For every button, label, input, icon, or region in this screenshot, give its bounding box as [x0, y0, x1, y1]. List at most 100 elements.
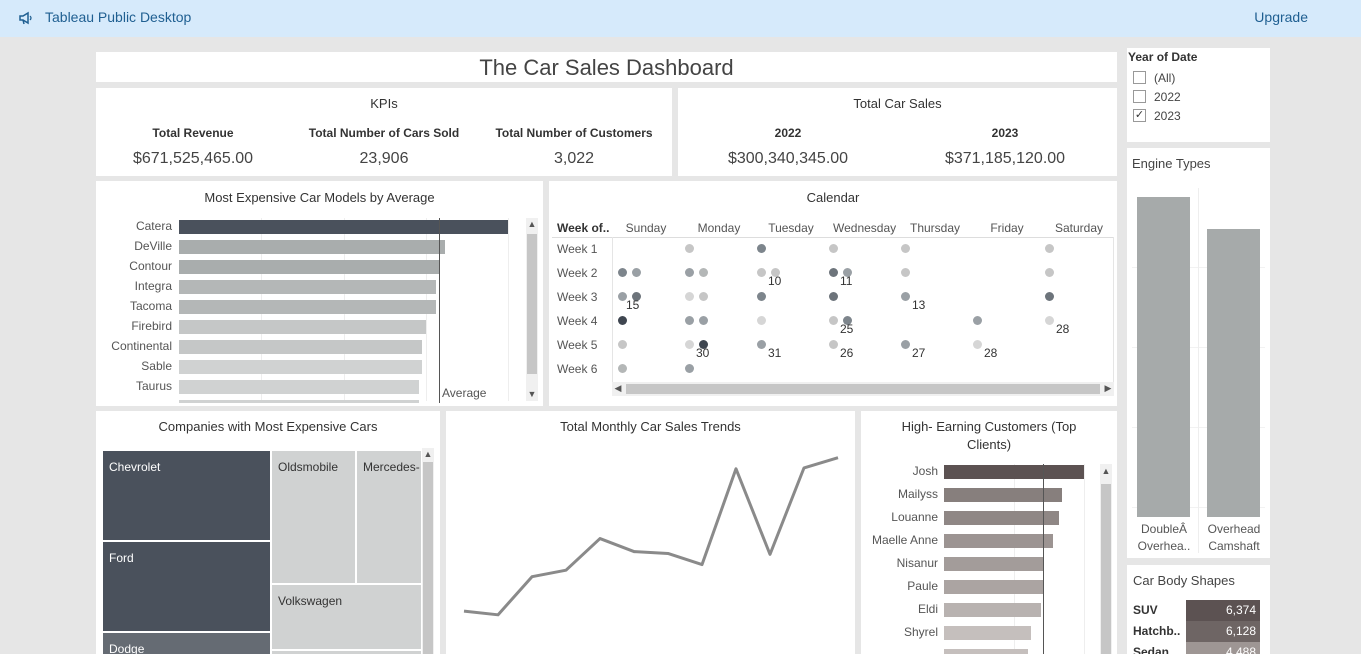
treemap-oldsmobile[interactable]: Oldsmobile — [271, 450, 356, 584]
calendar-day-number: 15 — [626, 298, 640, 312]
dashboard-title: The Car Sales Dashboard — [479, 55, 734, 80]
calendar-dot[interactable] — [699, 292, 708, 301]
app-title: Tableau Public Desktop — [45, 9, 192, 25]
engine-bar[interactable] — [1207, 229, 1260, 517]
models-bar[interactable] — [179, 320, 426, 334]
calendar-dot[interactable] — [1045, 292, 1054, 301]
calendar-week-label: Week 3 — [557, 290, 598, 304]
client-bar-label: Nisanur — [896, 556, 938, 570]
calendar-dot[interactable] — [685, 244, 694, 253]
companies-scroll-up-icon[interactable]: ▲ — [422, 449, 434, 459]
filter-2022-checkbox[interactable] — [1133, 90, 1146, 103]
client-bar[interactable] — [944, 626, 1031, 640]
engine-bar-label: Overhead Camshaft — [1207, 522, 1261, 553]
filter-2022-label[interactable]: 2022 — [1154, 90, 1181, 104]
calendar-dot[interactable] — [901, 340, 910, 349]
client-bar-label: Mailyss — [897, 487, 938, 501]
calendar-dot[interactable] — [618, 316, 627, 325]
calendar-dot[interactable] — [618, 364, 627, 373]
clients-scrollbar[interactable] — [1100, 464, 1112, 654]
body-shapes-table: SUV 6,374 Hatchb.. 6,128 Sedan 4,488 — [1131, 600, 1262, 654]
calendar-dot[interactable] — [685, 364, 694, 373]
calendar-dot[interactable] — [1045, 268, 1054, 277]
calendar-dot[interactable] — [829, 340, 838, 349]
calendar-dot[interactable] — [1045, 244, 1054, 253]
filter-all-label[interactable]: (All) — [1154, 71, 1175, 85]
calendar-dot[interactable] — [757, 316, 766, 325]
models-bar[interactable] — [179, 380, 420, 394]
models-bar[interactable] — [179, 340, 423, 354]
client-bar[interactable] — [944, 603, 1041, 617]
treemap-volkswagen[interactable]: Volkswagen — [271, 584, 422, 650]
body-shape-value: 4,488 — [1186, 642, 1260, 654]
models-bar[interactable] — [179, 240, 446, 254]
calendar-dot[interactable] — [901, 268, 910, 277]
treemap-mercedes[interactable]: Mercedes- — [356, 450, 422, 584]
dashboard-title-panel: The Car Sales Dashboard — [96, 52, 1117, 82]
clients-scroll-up-icon[interactable]: ▲ — [1100, 466, 1112, 476]
calendar-dot[interactable] — [757, 268, 766, 277]
client-bar[interactable] — [944, 534, 1054, 548]
filter-2023-checkbox[interactable]: ✓ — [1133, 109, 1146, 122]
models-bar — [179, 400, 420, 403]
client-bar[interactable] — [944, 580, 1044, 594]
models-bar-label: Firebird — [131, 319, 172, 333]
models-bar[interactable] — [179, 220, 508, 234]
treemap-dodge[interactable]: Dodge — [102, 632, 271, 654]
calendar-dot[interactable] — [757, 340, 766, 349]
models-bar[interactable] — [179, 280, 436, 294]
calendar-dot[interactable] — [829, 316, 838, 325]
calendar-dot[interactable] — [757, 292, 766, 301]
companies-scrollbar[interactable] — [422, 448, 434, 654]
models-bar[interactable] — [179, 360, 423, 374]
calendar-dot[interactable] — [685, 292, 694, 301]
engine-types-title: Engine Types — [1132, 156, 1211, 171]
calendar-dot[interactable] — [973, 316, 982, 325]
client-bar[interactable] — [944, 511, 1059, 525]
calendar-scroll-right-icon[interactable]: ▶ — [1102, 383, 1114, 394]
client-bar[interactable] — [944, 465, 1084, 479]
calendar-dot[interactable] — [685, 316, 694, 325]
calendar-dot[interactable] — [829, 292, 838, 301]
models-scroll-up-icon[interactable]: ▲ — [526, 219, 538, 229]
calendar-day-number: 28 — [1056, 322, 1070, 336]
calendar-dot[interactable] — [757, 244, 766, 253]
calendar-dot[interactable] — [699, 268, 708, 277]
calendar-dot[interactable] — [1045, 316, 1054, 325]
filter-all-checkbox[interactable] — [1133, 71, 1146, 84]
filter-2023-label[interactable]: 2023 — [1154, 109, 1181, 123]
treemap-other[interactable] — [271, 650, 422, 654]
calendar-dot[interactable] — [618, 268, 627, 277]
calendar-dot[interactable] — [973, 340, 982, 349]
calendar-dot[interactable] — [829, 268, 838, 277]
upgrade-link[interactable]: Upgrade — [1254, 9, 1308, 25]
calendar-dot[interactable] — [685, 268, 694, 277]
treemap-chevrolet[interactable]: Chevrolet — [102, 450, 271, 541]
client-bar — [944, 649, 1028, 654]
body-shape-row[interactable]: Hatchb.. 6,128 — [1131, 621, 1262, 642]
average-reference-line — [438, 218, 440, 403]
body-shape-row[interactable]: Sedan 4,488 — [1131, 642, 1262, 654]
models-bar[interactable] — [179, 300, 436, 314]
calendar-scroll-left-icon[interactable]: ◀ — [612, 383, 624, 394]
calendar-dot[interactable] — [699, 316, 708, 325]
client-bar-label: Maelle Anne — [871, 533, 938, 547]
models-bar[interactable] — [179, 260, 439, 274]
models-scrollbar[interactable] — [526, 218, 538, 401]
body-shape-row[interactable]: SUV 6,374 — [1131, 600, 1262, 621]
calendar-hscrollbar[interactable]: ◀ ▶ — [612, 382, 1114, 396]
calendar-dot[interactable] — [829, 244, 838, 253]
client-bar[interactable] — [944, 557, 1044, 571]
engine-bar[interactable] — [1137, 197, 1190, 517]
calendar-dot[interactable] — [901, 244, 910, 253]
body-shapes-panel: Car Body Shapes SUV 6,374 Hatchb.. 6,128 Sed… — [1127, 565, 1270, 654]
monthly-sales-line[interactable] — [463, 456, 839, 617]
calendar-dot[interactable] — [632, 268, 641, 277]
models-scroll-down-icon[interactable]: ▼ — [526, 389, 538, 399]
year-filter-title: Year of Date — [1128, 50, 1198, 64]
calendar-dot[interactable] — [901, 292, 910, 301]
calendar-dot[interactable] — [618, 340, 627, 349]
calendar-dot[interactable] — [685, 340, 694, 349]
total-sales-panel: Total Car Sales 2022 $300,340,345.00 202… — [678, 88, 1117, 176]
treemap-ford[interactable]: Ford — [102, 541, 271, 632]
